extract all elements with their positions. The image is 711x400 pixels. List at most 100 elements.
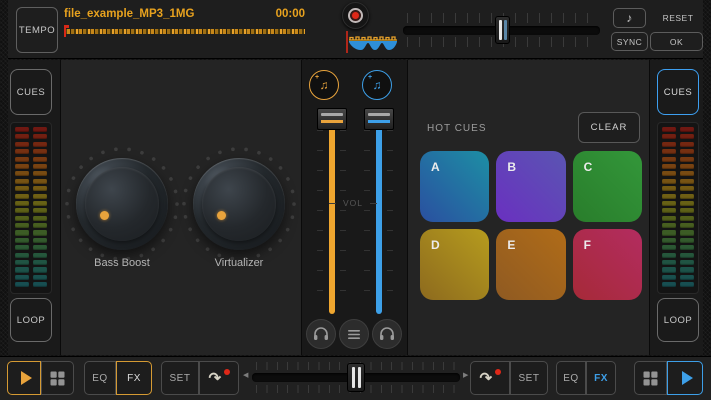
vu-led (662, 156, 676, 162)
cues-button-right[interactable]: CUES (657, 69, 699, 115)
vu-led (680, 156, 694, 162)
hot-cue-pad-label: B (507, 160, 516, 174)
set-cue-button-b[interactable]: SET (510, 361, 548, 395)
clear-hot-cues-button[interactable]: CLEAR (578, 112, 640, 143)
loop-button-left[interactable]: LOOP (10, 298, 52, 342)
vu-led (680, 171, 694, 177)
vu-led (662, 230, 676, 236)
vu-led (15, 134, 29, 140)
vu-led (662, 200, 676, 206)
tempo-button[interactable]: TEMPO (16, 7, 58, 53)
play-button-a[interactable] (7, 361, 41, 395)
hot-cue-pad-f[interactable]: F (572, 229, 642, 300)
eq-button-b[interactable]: EQ (556, 361, 586, 395)
vu-led (33, 163, 47, 170)
hot-cue-pad-a[interactable]: A (420, 151, 490, 222)
record-icon (348, 8, 363, 23)
sync-button[interactable]: SYNC (611, 32, 648, 51)
vu-led (15, 282, 29, 288)
load-track-b-button[interactable]: + ♫ (362, 70, 392, 100)
vu-led (662, 223, 676, 229)
volume-fader-b-track[interactable] (376, 122, 382, 314)
vu-led (33, 178, 47, 184)
vu-led (33, 208, 47, 214)
vu-led (680, 200, 694, 206)
loop-roll-button-a[interactable]: ↷ (199, 361, 239, 395)
knob-label: Bass Boost (94, 257, 150, 269)
hot-cue-pad-c[interactable]: C (572, 151, 642, 222)
vu-led (662, 149, 676, 155)
track-display: file_example_MP3_1MG 00:00 (62, 6, 305, 52)
virtualizer-knob[interactable] (193, 158, 285, 250)
key-note-button[interactable]: ♪ (613, 8, 646, 28)
vu-led (33, 127, 47, 133)
plus-icon: + (315, 74, 320, 81)
vu-led (662, 237, 676, 243)
play-icon (20, 371, 32, 385)
vu-meter-left (10, 122, 52, 294)
track-waveform[interactable] (64, 25, 305, 37)
overview-waveform-graphic (346, 31, 397, 53)
loop-button-right[interactable]: LOOP (657, 298, 699, 342)
vu-led (662, 141, 676, 147)
loop-roll-button-b[interactable]: ↷ (470, 361, 510, 395)
vu-led (33, 260, 47, 266)
vu-led (33, 245, 47, 251)
knob-face (202, 167, 276, 241)
set-cue-button-a[interactable]: SET (161, 361, 199, 395)
crossfader-handle[interactable] (347, 363, 365, 392)
tempo-slider[interactable] (403, 13, 600, 47)
overview-waveform[interactable] (341, 30, 399, 54)
fader-b-ticks (387, 130, 393, 310)
vu-led (33, 215, 47, 221)
vu-led (662, 186, 676, 192)
vu-led (33, 252, 47, 258)
vu-led (680, 252, 694, 258)
vu-led (662, 134, 676, 140)
eq-button-a[interactable]: EQ (84, 361, 116, 395)
fx-button-b[interactable]: FX (586, 361, 616, 395)
volume-fader-b-handle[interactable] (364, 108, 394, 130)
mixer-menu-button[interactable] (339, 319, 369, 349)
hot-cue-pad-d[interactable]: D (420, 229, 490, 300)
browse-button-a[interactable] (41, 361, 74, 395)
knob-indicator-dot (217, 211, 226, 220)
reset-button[interactable]: RESET (653, 8, 703, 28)
tempo-slider-handle[interactable] (494, 16, 510, 44)
vu-led (15, 186, 29, 192)
volume-fader-a-track[interactable] (329, 122, 335, 314)
volume-fader-a-handle[interactable] (317, 108, 347, 130)
hot-cues-pad-grid: A B C D E F (420, 151, 642, 300)
knob-indicator-dot (100, 211, 109, 220)
vu-led (680, 223, 694, 229)
crossfader[interactable] (252, 362, 460, 393)
ok-button[interactable]: OK (650, 32, 703, 51)
vu-led (680, 260, 694, 266)
vu-led (33, 274, 47, 280)
vu-led (15, 267, 29, 273)
bass-boost-knob[interactable] (76, 158, 168, 250)
hot-cue-pad-b[interactable]: B (496, 151, 566, 222)
load-track-a-button[interactable]: + ♫ (309, 70, 339, 100)
vu-led (680, 149, 694, 155)
vu-led (15, 156, 29, 162)
vu-led (33, 193, 47, 199)
hot-cue-pad-e[interactable]: E (496, 229, 566, 300)
browse-button-b[interactable] (634, 361, 667, 395)
vu-led (680, 127, 694, 133)
vu-led (680, 274, 694, 280)
vu-led (680, 163, 694, 170)
vu-led (15, 215, 29, 221)
vu-meter-right (657, 122, 699, 294)
fader-a-ticks (340, 130, 346, 310)
play-button-b[interactable] (667, 361, 703, 395)
pre-listen-a-button[interactable] (306, 319, 336, 349)
record-button[interactable] (342, 2, 369, 29)
vu-led (33, 223, 47, 229)
fx-button-a[interactable]: FX (116, 361, 152, 395)
cues-button-left[interactable]: CUES (10, 69, 52, 115)
vu-led (15, 163, 29, 170)
pre-listen-b-button[interactable] (372, 319, 402, 349)
record-dot-icon (223, 369, 230, 375)
vu-led (15, 127, 29, 133)
